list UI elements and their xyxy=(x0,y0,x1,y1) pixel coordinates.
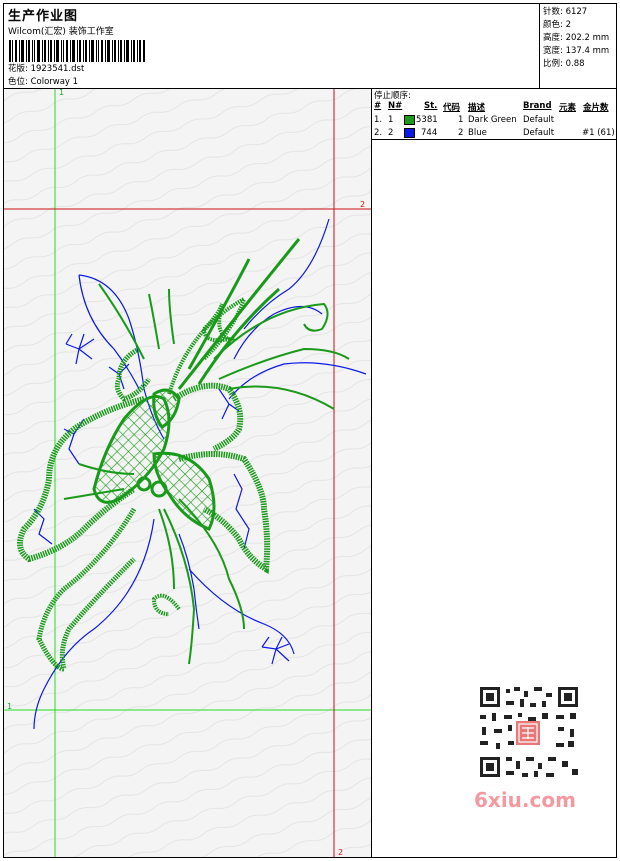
row-sequins: #1 (61) xyxy=(582,128,615,138)
stat-value: 2 xyxy=(565,20,571,30)
table-divider xyxy=(372,139,617,140)
row-brand: Default xyxy=(523,115,555,125)
col-header-description: 描述 xyxy=(468,103,486,113)
row-stitches: 5381 xyxy=(416,115,438,125)
guide-marker-top-left: 1 xyxy=(59,89,64,97)
col-header-index: # xyxy=(374,101,382,111)
studio-name: Wilcom(汇宏) 装饰工作室 xyxy=(8,27,114,37)
guide-marker-bottom-right: 2 xyxy=(338,848,343,857)
stat-colors: 颜色: 2 xyxy=(543,18,571,30)
site-watermark: 6xiu.com xyxy=(474,788,576,812)
guide-marker-top-right: 2 xyxy=(360,200,365,209)
row-code: 1 xyxy=(458,115,464,125)
stat-label: 宽度: xyxy=(543,46,563,56)
stats-panel: 针数: 6127 颜色: 2 高度: 202.2 mm 宽度: 137.4 mm… xyxy=(539,4,617,88)
stat-label: 颜色: xyxy=(543,20,563,30)
design-row: 花版: 1923541.dst xyxy=(8,62,84,74)
row-needle: 2 xyxy=(388,128,394,138)
stat-label: 高度: xyxy=(543,33,563,43)
row-needle: 1 xyxy=(388,115,394,125)
barcode xyxy=(9,40,145,62)
colorway-label: 色位: xyxy=(8,77,28,87)
qr-code xyxy=(472,683,582,783)
col-header-needle: N# xyxy=(388,101,403,111)
stat-stitches: 针数: 6127 xyxy=(543,5,587,17)
stat-value: 0.88 xyxy=(565,59,585,69)
row-brand: Default xyxy=(523,128,555,138)
row-index: 1. xyxy=(374,115,383,125)
stat-value: 137.4 mm xyxy=(565,46,610,56)
guide-marker-bottom-left: 1 xyxy=(7,702,12,711)
design-canvas: 1 1 2 2 xyxy=(4,89,371,857)
page-title: 生产作业图 xyxy=(8,9,79,24)
row-code: 2 xyxy=(458,128,464,138)
color-swatch-blue xyxy=(404,128,415,138)
stat-width: 宽度: 137.4 mm xyxy=(543,44,609,56)
colorway-value: Colorway 1 xyxy=(30,77,79,87)
color-swatch-green xyxy=(404,115,415,125)
stat-value: 202.2 mm xyxy=(565,33,610,43)
colorway-row: 色位: Colorway 1 xyxy=(8,75,78,87)
col-header-sequins: 金片数 xyxy=(583,103,609,113)
design-value: 1923541.dst xyxy=(30,64,85,74)
design-label: 花版: xyxy=(8,64,28,74)
header-panel: 生产作业图 Wilcom(汇宏) 装饰工作室 花版: 1923541.dst 色… xyxy=(4,4,539,88)
col-header-stitches: St. xyxy=(424,101,438,111)
stop-sequence-title: 停止顺序: xyxy=(374,91,411,101)
stat-label: 比例: xyxy=(543,59,563,69)
row-index: 2. xyxy=(374,128,383,138)
embroidery-preview: 1 1 2 2 xyxy=(4,89,371,857)
row-stitches: 744 xyxy=(421,128,438,138)
col-header-brand: Brand xyxy=(523,101,552,111)
stat-scale: 比例: 0.88 xyxy=(543,57,585,69)
stat-label: 针数: xyxy=(543,7,563,17)
stat-value: 6127 xyxy=(565,7,588,17)
stat-height: 高度: 202.2 mm xyxy=(543,31,609,43)
col-header-element: 元素 xyxy=(559,103,577,113)
row-description: Blue xyxy=(468,128,487,138)
row-description: Dark Green xyxy=(468,115,517,125)
col-header-code: 代码 xyxy=(443,103,461,113)
